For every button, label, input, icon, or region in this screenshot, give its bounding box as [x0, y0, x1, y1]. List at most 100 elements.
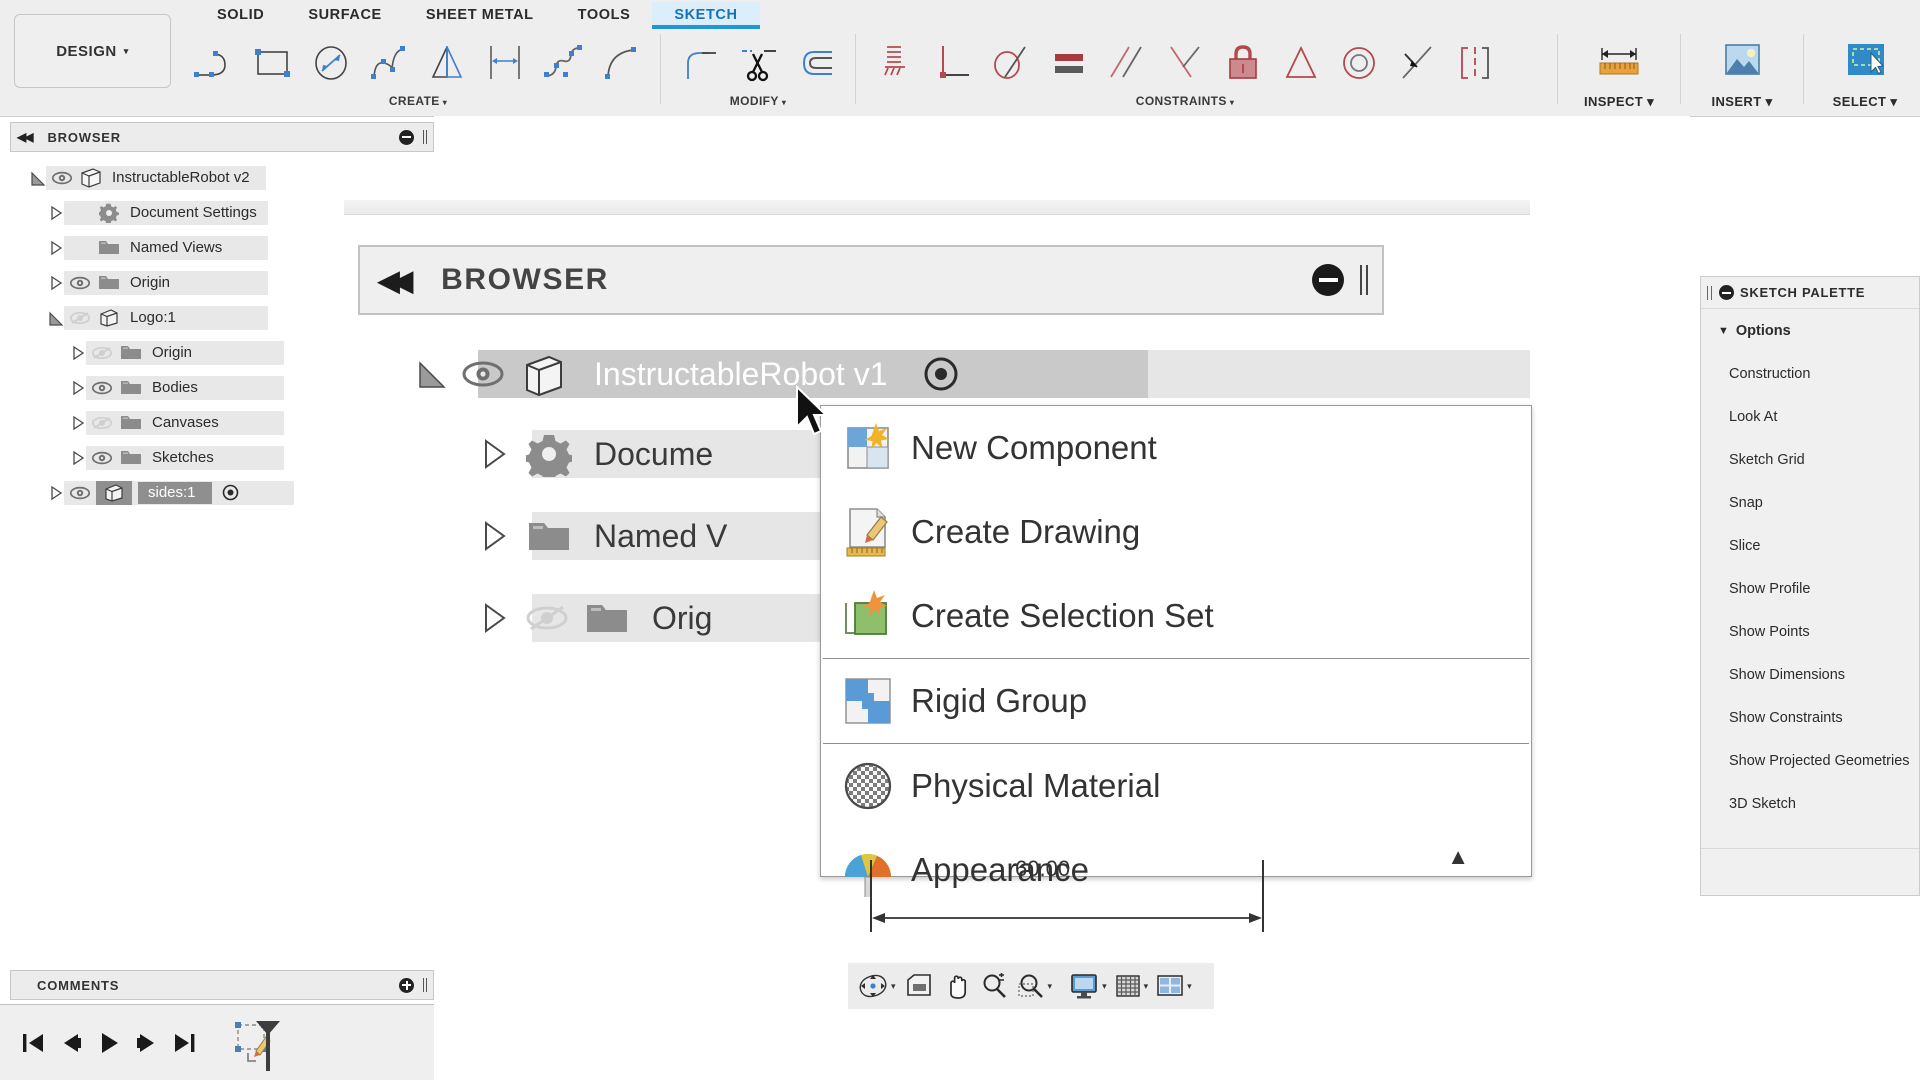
tab-sheet-metal[interactable]: SHEET METAL [404, 2, 556, 29]
ribbon-group-select[interactable]: SELECT ▾ [1810, 30, 1920, 110]
sketch-palette-option-3d-sketch[interactable]: 3D Sketch [1701, 782, 1919, 825]
curvature-icon[interactable] [1446, 32, 1504, 94]
tab-sketch[interactable]: SKETCH [652, 2, 759, 29]
context-menu-scroll-indicator[interactable]: ▲ [1447, 844, 1469, 870]
expander-right-icon[interactable] [46, 240, 66, 256]
fillet-icon[interactable] [671, 32, 729, 94]
target-icon[interactable] [920, 353, 962, 395]
eye-hidden-icon[interactable] [88, 346, 116, 360]
context-menu-item-rigid-group[interactable]: Rigid Group [821, 659, 1531, 743]
spline-icon[interactable] [360, 32, 418, 94]
eye-visible-icon[interactable] [66, 486, 94, 500]
jump-to-beginning-icon[interactable] [14, 1023, 52, 1063]
chevron-down-icon[interactable]: ▾ [1048, 981, 1053, 992]
sketch-feature-icon[interactable] [226, 1023, 290, 1063]
tree-row-instructablerobot-v2[interactable]: InstructableRobot v2 [10, 160, 434, 195]
context-menu-item-new-component[interactable]: New Component [821, 406, 1531, 490]
tab-solid[interactable]: SOLID [195, 2, 286, 29]
zoom-icon[interactable] [980, 967, 1008, 1005]
eye-visible-icon[interactable] [88, 381, 116, 395]
chevron-down-icon[interactable]: ▾ [1144, 981, 1149, 992]
offset-icon[interactable] [787, 32, 845, 94]
display-settings-icon[interactable] [1069, 967, 1099, 1005]
context-menu-item-create-drawing[interactable]: Create Drawing [821, 490, 1531, 574]
tree-row-bodies[interactable]: Bodies [10, 370, 434, 405]
sketch-palette-option-look-at[interactable]: Look At [1701, 395, 1919, 438]
context-menu-item-create-selection-set[interactable]: Create Selection Set [821, 574, 1531, 658]
tree-row-sketches[interactable]: Sketches [10, 440, 434, 475]
circle-minus-icon[interactable] [1719, 285, 1734, 300]
step-forward-icon[interactable] [128, 1023, 166, 1063]
midpoint-icon[interactable] [1156, 32, 1214, 94]
sketch-palette-option-sketch-grid[interactable]: Sketch Grid [1701, 438, 1919, 481]
sketch-palette-option-show-constraints[interactable]: Show Constraints [1701, 696, 1919, 739]
magnified-tree-row-named-views[interactable]: Named V [470, 512, 727, 560]
eye-hidden-icon[interactable] [518, 603, 576, 633]
expander-right-icon[interactable] [68, 450, 88, 466]
dimension-icon[interactable] [476, 32, 534, 94]
sketch-palette-section-options[interactable]: ▼ Options [1701, 309, 1919, 352]
measure-ruler-icon[interactable] [1590, 30, 1648, 94]
concentric-icon[interactable] [1330, 32, 1388, 94]
select-window-icon[interactable] [1836, 30, 1894, 94]
dimension-value[interactable]: 60.00 [1015, 856, 1070, 882]
pan-hand-icon[interactable] [943, 967, 971, 1005]
insert-image-icon[interactable] [1713, 30, 1771, 94]
circle-minus-icon[interactable] [399, 130, 414, 145]
jump-to-end-icon[interactable] [166, 1023, 204, 1063]
symmetry-icon[interactable] [1272, 32, 1330, 94]
expander-down-icon[interactable] [410, 357, 454, 391]
double-left-arrow-icon[interactable]: ◀◀ [378, 264, 405, 297]
tangent-icon[interactable] [982, 32, 1040, 94]
orbit-icon[interactable] [858, 967, 888, 1005]
expander-right-icon[interactable] [46, 205, 66, 221]
chevron-down-icon[interactable]: ▾ [891, 981, 896, 992]
line-icon[interactable] [186, 32, 244, 94]
arc-icon[interactable] [592, 32, 650, 94]
eye-visible-icon[interactable] [48, 171, 76, 185]
double-left-arrow-icon[interactable]: ◀◀ [17, 130, 31, 144]
sketch-palette-option-show-dimensions[interactable]: Show Dimensions [1701, 653, 1919, 696]
grip-handle-icon[interactable] [1360, 265, 1368, 295]
tree-row-sides-1[interactable]: sides:1 [10, 475, 434, 510]
expander-down-icon[interactable] [28, 170, 48, 186]
magnified-tree-row-document-settings[interactable]: Docume [470, 430, 713, 478]
browser-title-bar[interactable]: ◀◀ BROWSER [10, 122, 434, 152]
workspace-switcher-button[interactable]: DESIGN ▾ [14, 14, 171, 88]
tab-surface[interactable]: SURFACE [286, 2, 404, 29]
parallel-icon[interactable] [1098, 32, 1156, 94]
sketch-palette-option-slice[interactable]: Slice [1701, 524, 1919, 567]
target-icon[interactable] [221, 483, 240, 502]
collinear-icon[interactable] [1388, 32, 1446, 94]
circle-icon[interactable] [302, 32, 360, 94]
sketch-palette-option-show-profile[interactable]: Show Profile [1701, 567, 1919, 610]
expander-right-icon[interactable] [470, 519, 518, 553]
tab-tools[interactable]: TOOLS [556, 2, 653, 29]
tree-row-origin[interactable]: Origin [10, 335, 434, 370]
comments-title-bar[interactable]: COMMENTS [10, 970, 434, 1000]
eye-hidden-icon[interactable] [88, 416, 116, 430]
expander-right-icon[interactable] [46, 275, 66, 291]
eye-visible-icon[interactable] [454, 360, 512, 388]
expander-right-icon[interactable] [68, 345, 88, 361]
grip-handle-icon[interactable] [1707, 286, 1712, 300]
expander-right-icon[interactable] [470, 601, 518, 635]
eye-hidden-icon[interactable] [66, 311, 94, 325]
eye-visible-icon[interactable] [66, 276, 94, 290]
trim-icon[interactable] [729, 32, 787, 94]
mirror-icon[interactable] [418, 32, 476, 94]
fit-point-spline-icon[interactable] [534, 32, 592, 94]
eye-visible-icon[interactable] [88, 451, 116, 465]
look-at-icon[interactable] [904, 967, 934, 1005]
sketch-palette-header[interactable]: SKETCH PALETTE [1701, 277, 1919, 309]
expander-right-icon[interactable] [46, 485, 66, 501]
viewports-icon[interactable] [1156, 967, 1184, 1005]
grip-handle-icon[interactable] [423, 978, 427, 992]
sketch-palette-option-construction[interactable]: Construction [1701, 352, 1919, 395]
ribbon-group-label-modify[interactable]: MODIFY▾ [667, 94, 849, 108]
fix-unfix-icon[interactable] [1214, 32, 1272, 94]
equal-icon[interactable] [1040, 32, 1098, 94]
tree-row-canvases[interactable]: Canvases [10, 405, 434, 440]
chevron-down-icon[interactable]: ▾ [1187, 981, 1192, 992]
expander-right-icon[interactable] [68, 380, 88, 396]
